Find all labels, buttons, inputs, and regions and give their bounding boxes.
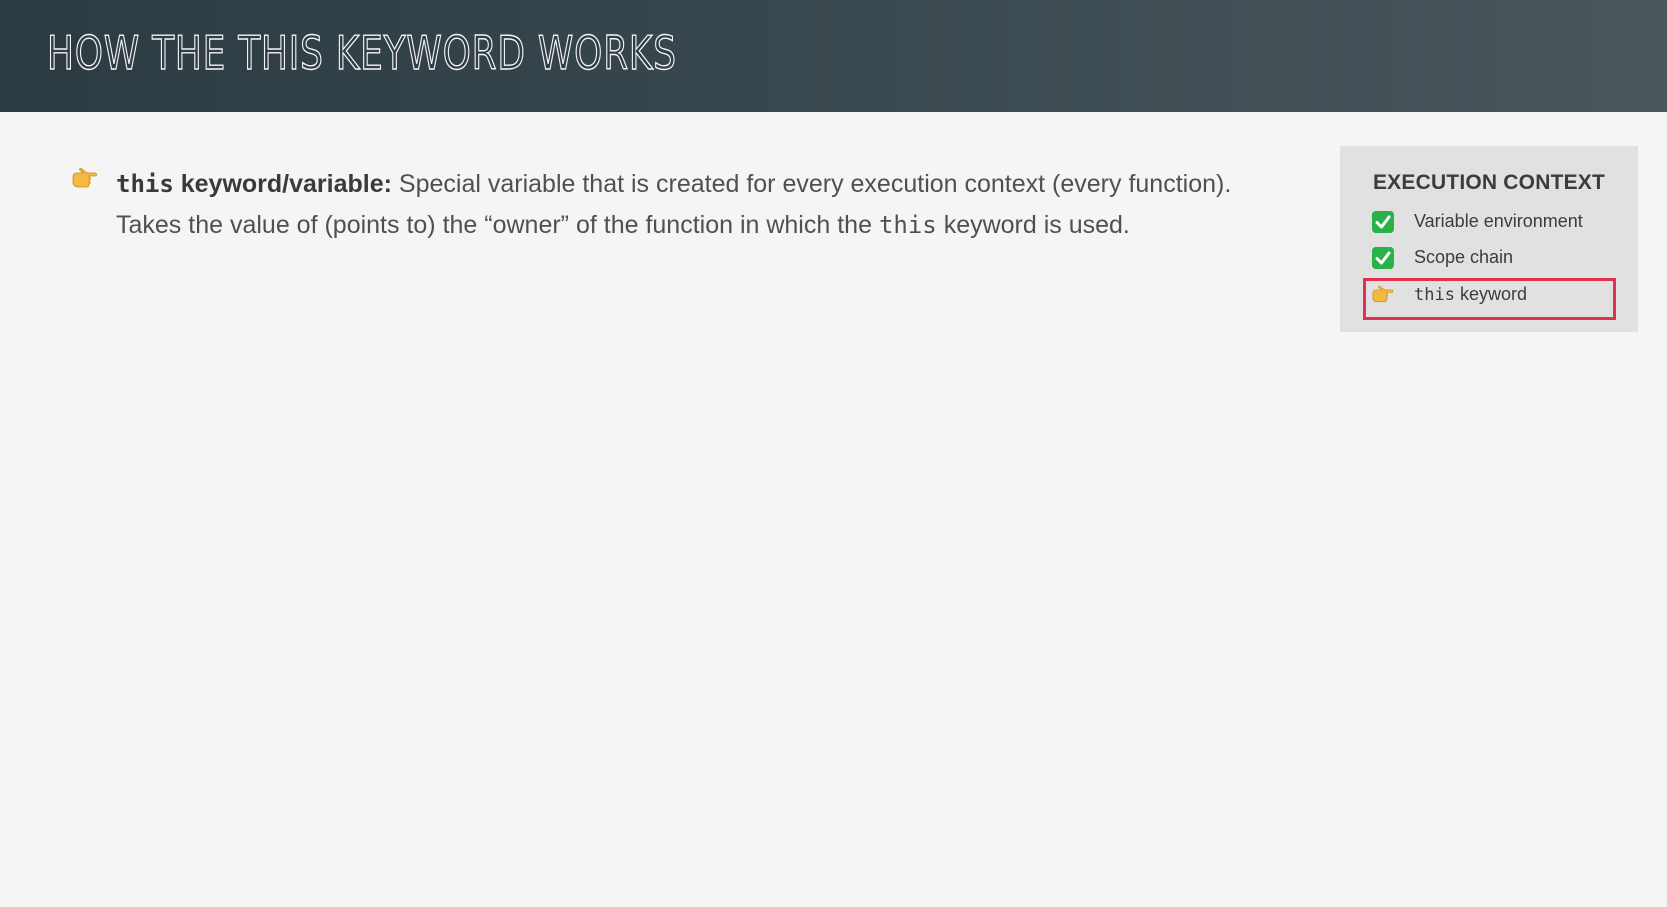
context-item-variable-environment: Variable environment <box>1372 206 1612 238</box>
check-icon <box>1372 247 1394 269</box>
execution-context-title: EXECUTION CONTEXT <box>1372 171 1606 194</box>
check-icon <box>1372 211 1394 233</box>
context-item-label: Scope chain <box>1414 247 1514 267</box>
bullet-term-code: this <box>116 170 174 198</box>
bullet-description-end: keyword is used. <box>943 211 1130 239</box>
pointing-hand-icon <box>1372 285 1394 303</box>
bullet-term-label: keyword/variable: <box>180 170 392 198</box>
context-item-scope-chain: Scope chain <box>1372 242 1612 274</box>
bullet-inline-code: this <box>878 211 937 239</box>
context-item-this-keyword: this keyword <box>1372 279 1612 311</box>
context-item-text: keyword <box>1459 284 1527 304</box>
pointing-hand-icon <box>72 168 97 188</box>
context-item-label: this keyword <box>1414 284 1527 305</box>
page-title: How the this keyword works <box>46 25 677 80</box>
execution-context-panel: EXECUTION CONTEXT Variable environment S… <box>1340 146 1638 332</box>
context-item-code: this <box>1414 285 1455 305</box>
slide: How the this keyword works this keyword/… <box>0 0 1667 907</box>
bullet-text: this keyword/variable: Special variable … <box>116 164 1296 246</box>
context-item-label: Variable environment <box>1414 211 1583 231</box>
header-bar: How the this keyword works <box>0 0 1667 112</box>
